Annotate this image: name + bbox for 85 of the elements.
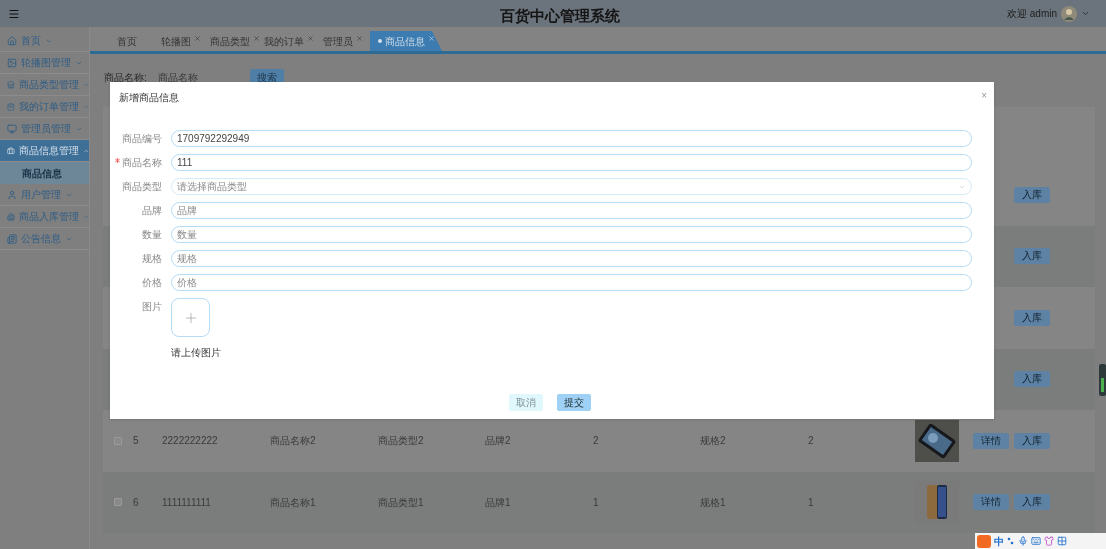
row-action-button[interactable]: 入库 (1014, 494, 1050, 511)
menu-item-icon (7, 145, 15, 156)
table-cell-text: 2 (593, 434, 600, 449)
row-action-button[interactable]: 入库 (1014, 248, 1050, 265)
close-button[interactable]: × (981, 88, 987, 103)
dialog-button[interactable]: 提交 (557, 394, 591, 411)
row-action-button[interactable]: 入库 (1014, 309, 1050, 326)
upload-hint: 请上传图片 (171, 346, 221, 360)
row-action-button[interactable]: 入库 (1014, 371, 1050, 388)
welcome-text: 欢迎 admin (1007, 7, 1057, 21)
close-icon[interactable] (253, 34, 260, 42)
field-label: 商品名称 (122, 156, 162, 170)
tab[interactable]: 首页 (100, 31, 154, 51)
row-checkbox[interactable] (114, 498, 122, 507)
table-cell-text: 商品类型2 (378, 434, 425, 449)
asterisk-icon (115, 158, 120, 163)
sidebar-item[interactable]: 公告信息 (0, 228, 89, 250)
field-label: 品牌 (142, 204, 162, 218)
row-action-button[interactable]: 详情 (973, 494, 1009, 511)
menu-item-icon (7, 101, 15, 112)
menu-item-icon (7, 79, 15, 90)
upload-button[interactable] (171, 298, 210, 337)
menu-item-icon (7, 189, 17, 200)
shirt-icon[interactable] (1044, 536, 1054, 546)
text-field[interactable]: 111 (171, 154, 972, 171)
table-cell-text: 规格2 (700, 434, 727, 449)
row-action-button[interactable]: 详情 (973, 432, 1009, 449)
sidebar-item[interactable]: 商品类型管理 (0, 74, 89, 96)
search-label: 商品名称: (104, 70, 148, 85)
table-cell-text: 1 (808, 495, 815, 510)
app-title: 百货中心管理系统 (500, 6, 620, 26)
close-icon[interactable] (194, 34, 201, 42)
tab[interactable]: 我的订单 (262, 31, 316, 51)
sidebar-item[interactable]: 我的订单管理 (0, 96, 89, 118)
ime-logo-icon (977, 534, 991, 548)
avatar-icon[interactable] (1061, 5, 1077, 22)
text-field[interactable]: 1709792292949 (171, 130, 972, 147)
row-action-button[interactable]: 入库 (1014, 186, 1050, 203)
sidebar-item[interactable]: 商品信息管理 (0, 140, 89, 162)
field-label: 商品类型 (122, 180, 162, 194)
field-label: 数量 (142, 228, 162, 242)
grid-icon[interactable] (1057, 536, 1067, 546)
ime-mode[interactable]: 中 (994, 533, 1004, 549)
sidebar-item[interactable]: 商品入库管理 (0, 206, 89, 228)
menu-item-icon (7, 123, 17, 134)
punctuation-icon[interactable] (1007, 536, 1015, 546)
submenu-item[interactable]: 商品信息 (0, 162, 89, 184)
table-cell-text: 2222222222 (162, 434, 219, 449)
sidebar-item[interactable]: 用户管理 (0, 184, 89, 206)
text-field[interactable]: 品牌 (171, 202, 972, 219)
dialog-title: 新增商品信息 (119, 91, 179, 105)
field-label: 价格 (142, 276, 162, 290)
menu-item-icon (7, 233, 17, 244)
field-label: 商品编号 (122, 132, 162, 146)
dialog-button[interactable]: 取消 (509, 394, 543, 411)
table-cell-text: 6 (133, 495, 140, 510)
table-cell-text: 1111111111 (162, 495, 212, 510)
microphone-icon[interactable] (1018, 536, 1028, 546)
field-label: 规格 (142, 252, 162, 266)
table-cell-text: 商品名称2 (270, 434, 317, 449)
sidebar-item[interactable]: 轮播图管理 (0, 52, 89, 74)
menu-item-icon (7, 35, 17, 46)
table-cell-text: 2 (808, 434, 815, 449)
row-action-button[interactable]: 入库 (1014, 432, 1050, 449)
table-cell-text: 品牌2 (485, 434, 512, 449)
text-field[interactable]: 数量 (171, 226, 972, 243)
text-field[interactable]: 规格 (171, 250, 972, 267)
side-widget-icon[interactable] (1099, 364, 1106, 396)
keyboard-icon[interactable] (1031, 536, 1041, 546)
menu-icon[interactable] (8, 7, 20, 20)
field-label: 图片 (142, 300, 162, 314)
text-field[interactable]: 价格 (171, 274, 972, 291)
menu-item-icon (7, 211, 15, 222)
close-icon[interactable] (307, 34, 314, 42)
tab[interactable]: 商品信息 (370, 31, 442, 51)
tab[interactable]: 商品类型 (208, 31, 262, 51)
menu-item-icon (7, 57, 17, 68)
sidebar-item[interactable]: 首页 (0, 30, 89, 52)
close-icon[interactable] (356, 34, 363, 42)
tab[interactable]: 管理员 (316, 31, 370, 51)
tab[interactable]: 轮播图 (154, 31, 208, 51)
chevron-icon[interactable] (1081, 9, 1090, 18)
table-cell-text: 5 (133, 434, 140, 449)
table-cell-text: 规格1 (700, 495, 727, 510)
table-cell-text: 1 (593, 495, 600, 510)
